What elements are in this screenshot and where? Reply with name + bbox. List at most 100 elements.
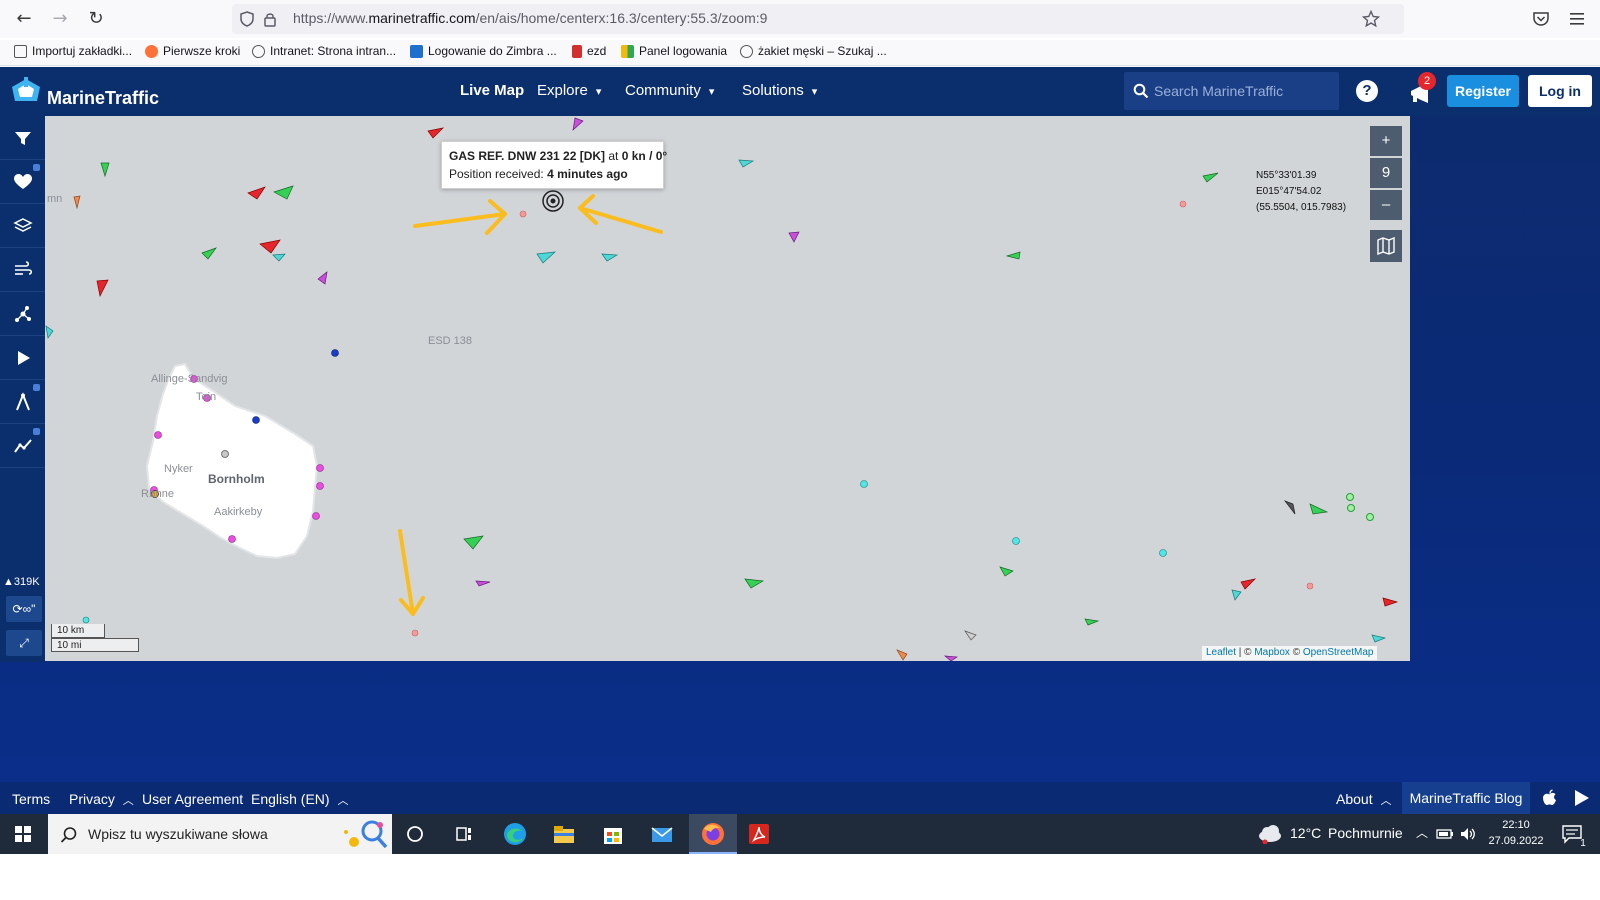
- login-button[interactable]: Log in: [1528, 75, 1592, 107]
- vessel-dot[interactable]: [252, 416, 260, 424]
- route-button[interactable]: [0, 380, 45, 424]
- vessel-dot[interactable]: [1346, 493, 1354, 501]
- vessel-dot[interactable]: [1306, 582, 1314, 590]
- marinetraffic-logo-icon[interactable]: [9, 75, 43, 105]
- register-button[interactable]: Register: [1447, 75, 1519, 107]
- vessel-marker[interactable]: [273, 185, 294, 200]
- vessel-marker[interactable]: [427, 127, 445, 139]
- nav-live-map[interactable]: Live Map: [460, 82, 524, 99]
- search-input[interactable]: Search MarineTraffic: [1154, 83, 1283, 99]
- analytics-button[interactable]: [0, 424, 45, 468]
- weather-temp[interactable]: 12°C: [1290, 825, 1321, 841]
- vessel-marker[interactable]: [788, 231, 800, 243]
- pocket-icon[interactable]: [1532, 10, 1550, 28]
- windows-start-icon[interactable]: [15, 826, 31, 842]
- vessel-marker[interactable]: [744, 578, 765, 589]
- task-view-icon[interactable]: [450, 820, 478, 848]
- vessel-dot[interactable]: [312, 512, 320, 520]
- vessel-marker[interactable]: [1005, 251, 1021, 260]
- vessel-marker[interactable]: [964, 630, 977, 641]
- vessel-marker[interactable]: [1371, 634, 1387, 643]
- anchored-vessel-markers[interactable]: [82, 200, 1374, 637]
- taskbar-search[interactable]: Wpisz tu wyszukiwane słowa: [48, 814, 392, 854]
- bookmark-zimbra[interactable]: Logowanie do Zimbra ...: [410, 44, 557, 58]
- vessel-marker[interactable]: [896, 649, 908, 661]
- fleet-button[interactable]: [0, 160, 45, 204]
- layers-button[interactable]: [0, 204, 45, 248]
- vessel-marker[interactable]: [572, 117, 584, 131]
- vessel-marker[interactable]: [1084, 618, 1100, 626]
- vessel-dot[interactable]: [316, 464, 324, 472]
- map-type-button[interactable]: [1370, 230, 1402, 262]
- search-box[interactable]: Search MarineTraffic: [1124, 72, 1339, 110]
- vessel-marker[interactable]: [943, 655, 959, 661]
- osm-link[interactable]: OpenStreetMap: [1303, 647, 1374, 658]
- acrobat-icon[interactable]: [745, 820, 773, 848]
- nav-community[interactable]: Community ▾: [625, 82, 714, 99]
- vessel-dot[interactable]: [1347, 504, 1355, 512]
- nav-solutions[interactable]: Solutions ▾: [742, 82, 817, 99]
- reload-icon[interactable]: ↻: [84, 8, 108, 30]
- tray-chevron-up-icon[interactable]: ︿: [1416, 824, 1428, 841]
- microsoft-store-icon[interactable]: [599, 820, 627, 848]
- url-text[interactable]: https://www.marinetraffic.com/en/ais/hom…: [293, 10, 767, 26]
- refresh-toggle[interactable]: ⟳∞": [6, 596, 42, 622]
- vessel-marker[interactable]: [475, 580, 491, 587]
- edge-icon[interactable]: [501, 820, 529, 848]
- fullscreen-button[interactable]: ⤢: [6, 630, 42, 656]
- vessel-dot[interactable]: [519, 210, 527, 218]
- bookmark-panel[interactable]: Panel logowania: [621, 44, 727, 58]
- footer-privacy[interactable]: Privacy ︿: [69, 791, 134, 808]
- vessel-marker[interactable]: [100, 162, 110, 178]
- zoom-out-button[interactable]: –: [1370, 190, 1402, 220]
- weather-desc[interactable]: Pochmurnie: [1328, 825, 1403, 841]
- shield-icon[interactable]: [239, 11, 255, 27]
- vessel-dot[interactable]: [1179, 200, 1187, 208]
- playback-button[interactable]: [0, 336, 45, 380]
- file-explorer-icon[interactable]: [550, 820, 578, 848]
- footer-terms[interactable]: Terms: [12, 791, 50, 807]
- footer-language[interactable]: English (EN) ︿: [251, 791, 348, 808]
- back-icon[interactable]: ←: [12, 8, 36, 30]
- nav-explore[interactable]: Explore ▾: [537, 82, 601, 99]
- leaflet-link[interactable]: Leaflet: [1206, 647, 1236, 658]
- vessel-markers[interactable]: [45, 117, 1399, 661]
- google-play-icon[interactable]: [1573, 789, 1591, 807]
- vessel-dot[interactable]: [1012, 537, 1020, 545]
- vessel-marker[interactable]: [738, 159, 755, 168]
- forward-icon[interactable]: →: [48, 8, 72, 30]
- bookmark-ezd[interactable]: ezd: [572, 44, 606, 58]
- footer-blog-button[interactable]: MarineTraffic Blog: [1402, 782, 1530, 814]
- help-button[interactable]: ?: [1356, 80, 1378, 102]
- bookmark-import[interactable]: Importuj zakładki...: [14, 44, 132, 58]
- live-map[interactable]: mn ESD 138 Allinge-Sandvig Tein Nyker Bo…: [45, 116, 1410, 661]
- vessel-marker[interactable]: [1231, 589, 1242, 601]
- vessel-marker[interactable]: [463, 535, 484, 550]
- hamburger-menu-icon[interactable]: [1568, 10, 1586, 28]
- vessel-dot[interactable]: [860, 480, 868, 488]
- vessel-marker[interactable]: [1382, 597, 1399, 607]
- vessel-marker[interactable]: [272, 253, 286, 262]
- vessel-marker[interactable]: [1202, 172, 1219, 183]
- vessel-dot[interactable]: [411, 629, 419, 637]
- vessel-marker[interactable]: [247, 186, 266, 200]
- task-view-cortana-icon[interactable]: [401, 820, 429, 848]
- footer-about[interactable]: About ︿: [1336, 791, 1391, 808]
- footer-user-agreement[interactable]: User Agreement: [142, 791, 243, 807]
- vessel-marker[interactable]: [536, 251, 557, 264]
- bookmark-zakiet[interactable]: żakiet męski – Szukaj ...: [740, 44, 887, 58]
- volume-icon[interactable]: [1459, 826, 1477, 842]
- vessel-dot[interactable]: [316, 482, 324, 490]
- tooltip-vessel-name[interactable]: GAS REF. DNW 231 22 [DK]: [449, 149, 605, 163]
- density-button[interactable]: [0, 292, 45, 336]
- lock-icon[interactable]: [263, 11, 277, 27]
- taskbar-search-input[interactable]: Wpisz tu wyszukiwane słowa: [88, 826, 268, 842]
- battery-icon[interactable]: [1436, 827, 1454, 841]
- vessel-marker[interactable]: [259, 239, 281, 254]
- vessel-dot[interactable]: [1159, 549, 1167, 557]
- vessel-marker[interactable]: [317, 271, 328, 285]
- vessel-marker[interactable]: [1240, 578, 1257, 590]
- clock-time[interactable]: 22:10: [1486, 819, 1546, 831]
- vessel-marker[interactable]: [999, 566, 1014, 577]
- vessel-marker[interactable]: [1309, 503, 1329, 515]
